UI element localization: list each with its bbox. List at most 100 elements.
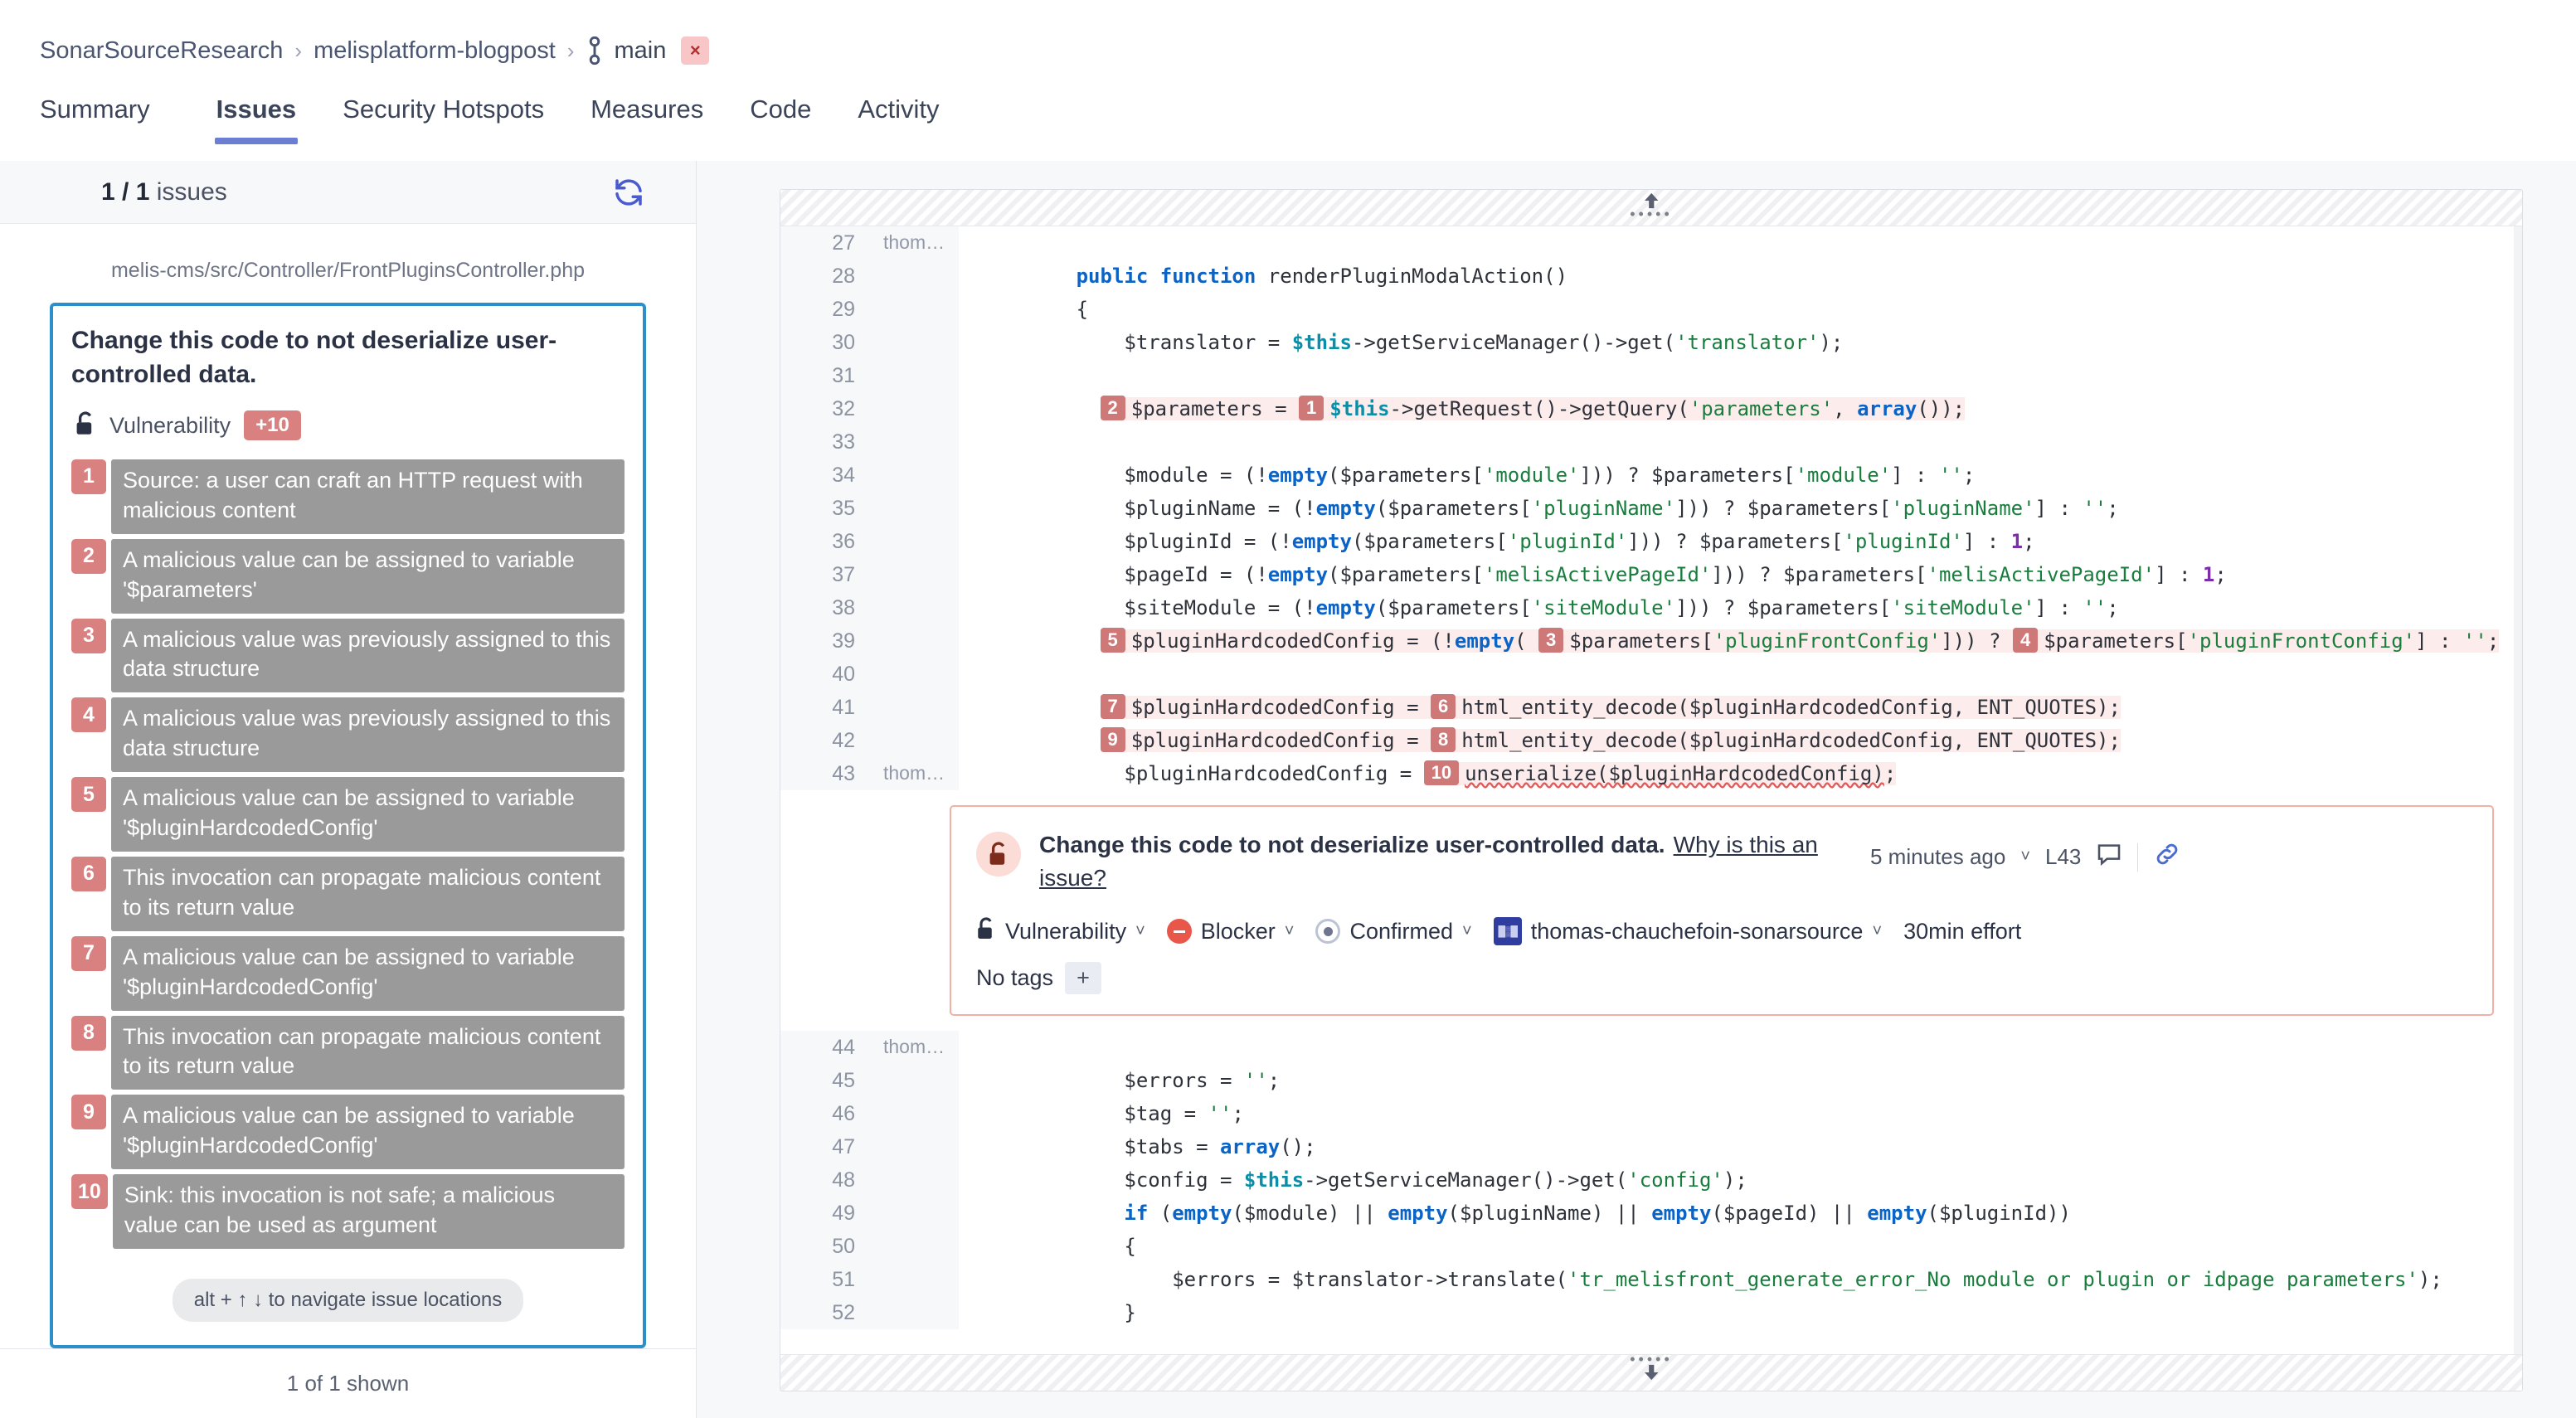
line-gutter[interactable]: 48 xyxy=(780,1163,959,1197)
line-gutter[interactable]: 32 xyxy=(780,392,959,425)
flow-location-text: Source: a user can craft an HTTP request… xyxy=(111,459,625,534)
line-code: public function renderPluginModalAction(… xyxy=(1076,265,1568,288)
flow-marker-4[interactable]: 4 xyxy=(2012,628,2039,653)
flow-marker-10[interactable]: 10 xyxy=(1423,760,1460,785)
line-gutter[interactable]: 49 xyxy=(780,1196,959,1230)
breadcrumb-project[interactable]: melisplatform-blogpost xyxy=(313,37,556,65)
flow-marker-5[interactable]: 5 xyxy=(1100,628,1125,653)
flow-location-text: This invocation can propagate malicious … xyxy=(111,856,625,931)
flow-location-item[interactable]: 9 A malicious value can be assigned to v… xyxy=(71,1095,625,1170)
breadcrumb-branch[interactable]: main xyxy=(614,37,666,65)
line-gutter[interactable]: 35 xyxy=(780,492,959,525)
flow-location-item[interactable]: 2 A malicious value can be assigned to v… xyxy=(71,538,625,614)
main-tabs: Summary Issues Security Hotspots Measure… xyxy=(0,86,2576,144)
code-line: 34 $module = (!empty($parameters['module… xyxy=(780,459,2522,492)
line-gutter[interactable]: 31 xyxy=(780,359,959,392)
line-number: 35 xyxy=(832,497,855,520)
line-gutter[interactable]: 46 xyxy=(780,1096,959,1130)
line-gutter[interactable]: 43 thom… xyxy=(780,757,959,790)
status-confirmed-icon xyxy=(1315,919,1341,944)
flow-location-item[interactable]: 3 A malicious value was previously assig… xyxy=(71,618,625,693)
line-gutter[interactable]: 42 xyxy=(780,724,959,757)
line-code: $tag = ''; xyxy=(980,1101,1244,1125)
flow-marker-9[interactable]: 9 xyxy=(1100,727,1125,752)
breadcrumb-org[interactable]: SonarSourceResearch xyxy=(40,37,283,65)
line-gutter[interactable]: 52 xyxy=(780,1295,959,1329)
flow-marker-2[interactable]: 2 xyxy=(1100,396,1125,420)
tab-summary[interactable]: Summary xyxy=(40,86,173,144)
line-scm-author[interactable]: thom… xyxy=(883,762,945,784)
line-gutter[interactable]: 51 xyxy=(780,1262,959,1296)
line-gutter[interactable]: 38 xyxy=(780,591,959,624)
attr-severity-label: Blocker xyxy=(1200,918,1276,944)
flow-marker-6[interactable]: 6 xyxy=(1430,694,1456,719)
code-vertical-scrollbar[interactable] xyxy=(2514,226,2522,1354)
line-gutter[interactable]: 34 xyxy=(780,459,959,492)
expand-up-button[interactable]: ••••• xyxy=(780,190,2522,226)
flow-marker-1[interactable]: 1 xyxy=(1299,396,1324,420)
tab-measures[interactable]: Measures xyxy=(567,86,727,144)
line-gutter[interactable]: 36 xyxy=(780,525,959,558)
line-gutter[interactable]: 50 xyxy=(780,1229,959,1263)
line-gutter[interactable]: 30 xyxy=(780,326,959,359)
issue-timestamp[interactable]: 5 minutes ago xyxy=(1870,844,2005,870)
attr-type[interactable]: Vulnerability ˅ xyxy=(976,916,1145,947)
branch-close-button[interactable]: × xyxy=(681,36,710,65)
flow-location-item[interactable]: 4 A malicious value was previously assig… xyxy=(71,697,625,773)
code-line: 30 $translator = $this->getServiceManage… xyxy=(780,326,2522,359)
line-code: $siteModule = (!empty($parameters['siteM… xyxy=(980,596,2119,619)
line-code: { xyxy=(980,1234,1136,1258)
line-number: 41 xyxy=(832,696,855,719)
line-gutter[interactable]: 39 xyxy=(780,624,959,658)
add-tag-button[interactable]: + xyxy=(1065,961,1101,994)
attr-assignee[interactable]: █▒█ thomas-chauchefoin-sonarsource ˅ xyxy=(1493,917,1882,945)
line-gutter[interactable]: 40 xyxy=(780,658,959,691)
attr-status[interactable]: Confirmed ˅ xyxy=(1315,919,1472,945)
issue-card-title[interactable]: Change this code to not deserialize user… xyxy=(71,324,625,392)
flow-location-item[interactable]: 6 This invocation can propagate maliciou… xyxy=(71,856,625,931)
attr-severity[interactable]: Blocker ˅ xyxy=(1166,918,1294,945)
line-number: 27 xyxy=(832,231,855,255)
line-code: $pluginHardcodedConfig = 10 unserialize($… xyxy=(980,760,1897,785)
issue-card[interactable]: Change this code to not deserialize user… xyxy=(50,303,646,1348)
unlock-icon xyxy=(976,916,996,947)
line-gutter[interactable]: 44 thom… xyxy=(780,1030,959,1064)
tab-code[interactable]: Code xyxy=(727,86,834,144)
expand-down-icon: ••••• xyxy=(1630,1352,1673,1382)
tab-security-hotspots[interactable]: Security Hotspots xyxy=(319,86,567,144)
code-scroll-region[interactable]: 27 thom… 28 public function renderPlugin… xyxy=(780,226,2522,1354)
line-number: 32 xyxy=(832,397,855,420)
code-line: 33 xyxy=(780,425,2522,459)
line-gutter[interactable]: 45 xyxy=(780,1063,959,1097)
flow-marker-8[interactable]: 8 xyxy=(1430,727,1456,752)
breadcrumb-separator-1: › xyxy=(294,37,303,63)
flow-location-item[interactable]: 5 A malicious value can be assigned to v… xyxy=(71,777,625,852)
link-icon[interactable] xyxy=(2153,840,2181,874)
line-scm-author[interactable]: thom… xyxy=(883,1036,945,1058)
expand-down-button[interactable]: ••••• xyxy=(780,1352,2522,1391)
chevron-down-icon[interactable]: ˅ xyxy=(2020,847,2030,867)
line-scm-author[interactable]: thom… xyxy=(883,231,945,254)
tab-activity[interactable]: Activity xyxy=(834,86,962,144)
line-number: 28 xyxy=(832,265,855,288)
line-gutter[interactable]: 37 xyxy=(780,558,959,591)
flow-location-item[interactable]: 1 Source: a user can craft an HTTP reque… xyxy=(71,459,625,534)
refresh-icon[interactable] xyxy=(611,175,646,210)
line-gutter[interactable]: 41 xyxy=(780,691,959,724)
flow-location-item[interactable]: 8 This invocation can propagate maliciou… xyxy=(71,1015,625,1090)
issue-file-path[interactable]: melis-cms/src/Controller/FrontPluginsCon… xyxy=(50,224,646,299)
sidebar-body: melis-cms/src/Controller/FrontPluginsCon… xyxy=(0,224,696,1348)
tab-issues[interactable]: Issues xyxy=(193,86,320,144)
flow-marker-3[interactable]: 3 xyxy=(1538,628,1564,653)
line-gutter[interactable]: 28 xyxy=(780,260,959,293)
line-number: 33 xyxy=(832,430,855,454)
line-gutter[interactable]: 33 xyxy=(780,425,959,459)
line-gutter[interactable]: 29 xyxy=(780,293,959,326)
flow-marker-7[interactable]: 7 xyxy=(1100,694,1125,719)
comment-icon[interactable] xyxy=(2096,841,2122,873)
flow-location-item[interactable]: 7 A malicious value can be assigned to v… xyxy=(71,935,625,1011)
line-gutter[interactable]: 47 xyxy=(780,1129,959,1163)
line-gutter[interactable]: 27 thom… xyxy=(780,226,959,260)
flow-location-item[interactable]: 10 Sink: this invocation is not safe; a … xyxy=(71,1174,625,1249)
meta-divider xyxy=(2137,843,2139,872)
